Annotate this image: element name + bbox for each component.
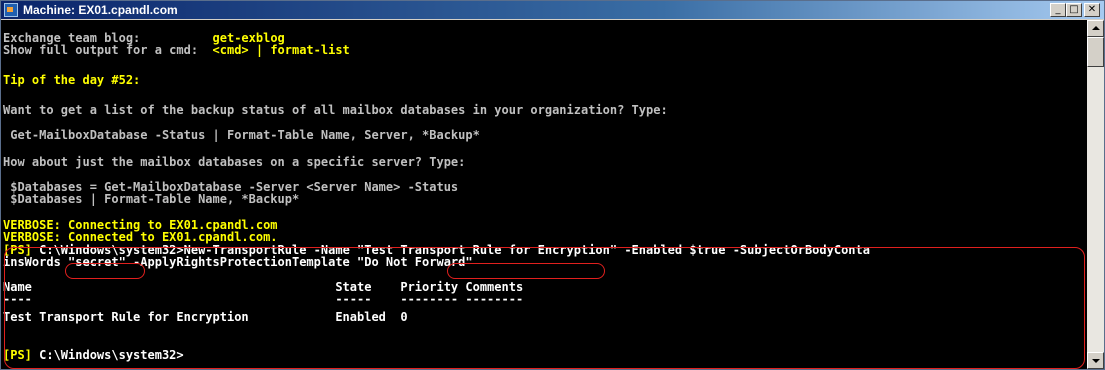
annotation-secret-outline — [65, 263, 145, 279]
scroll-down-arrow-icon[interactable] — [1087, 352, 1104, 369]
console-line: Want to get a list of the backup status … — [3, 103, 668, 117]
console-line: Get-MailboxDatabase -Status | Format-Tab… — [3, 128, 480, 142]
close-button[interactable]: ✕ — [1084, 3, 1100, 17]
minimize-button[interactable]: _ — [1050, 3, 1066, 17]
tip-heading: Tip of the day #52: — [3, 73, 141, 87]
console-text: Show full output for a cmd: — [3, 43, 213, 57]
console-line: Show full output for a cmd: <cmd> | form… — [3, 44, 350, 56]
window-title: Machine: EX01.cpandl.com — [23, 3, 178, 17]
console-window: Machine: EX01.cpandl.com _ □ ✕ Exchange … — [0, 0, 1105, 370]
verbose-line: VERBOSE: Connected to EX01.cpandl.com. — [3, 230, 278, 244]
console-output[interactable]: Exchange team blog: get-exblog Show full… — [1, 20, 1087, 369]
console-text-highlight: <cmd> | format-list — [212, 43, 350, 57]
maximize-button[interactable]: □ — [1066, 3, 1082, 17]
console-line: How about just the mailbox databases on … — [3, 155, 466, 169]
powershell-console-icon[interactable] — [4, 3, 18, 17]
annotation-do-not-forward-outline — [447, 263, 605, 279]
console-line: $Databases | Format-Table Name, *Backup* — [3, 192, 300, 206]
scroll-up-arrow-icon[interactable] — [1087, 20, 1104, 37]
title-bar[interactable]: Machine: EX01.cpandl.com _ □ ✕ — [1, 1, 1104, 19]
vertical-scrollbar[interactable] — [1087, 20, 1104, 369]
scroll-thumb[interactable] — [1087, 37, 1104, 67]
